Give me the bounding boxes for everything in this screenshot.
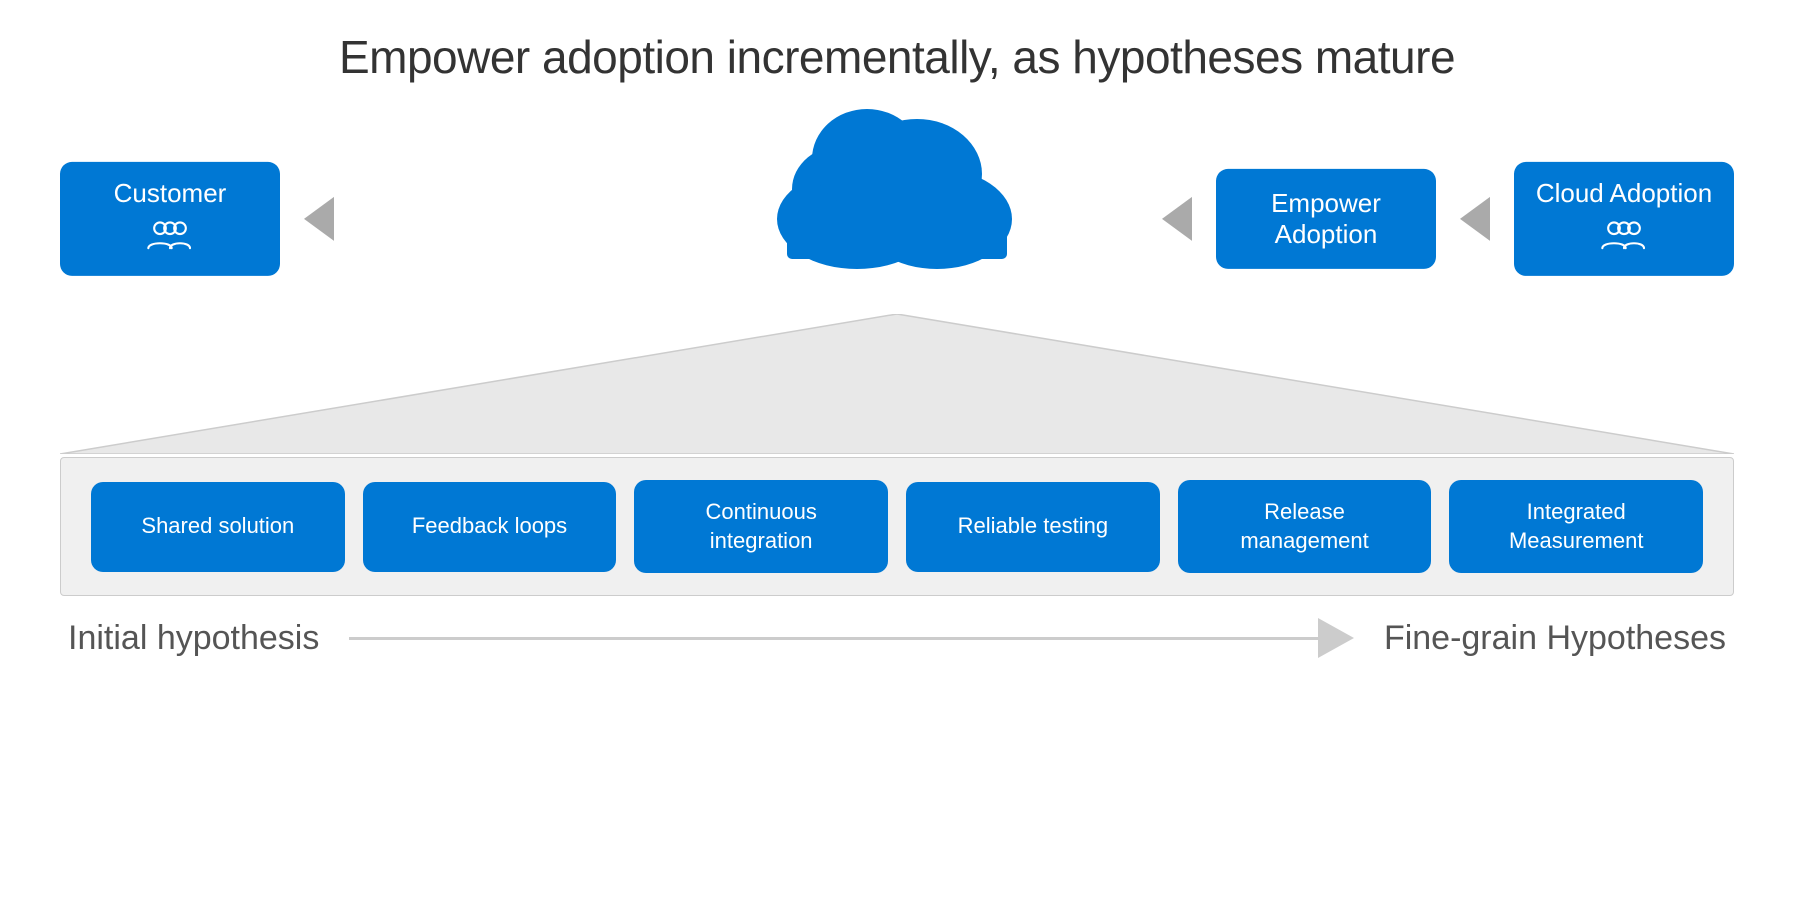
cloud-adoption-label: Cloud Adoption bbox=[1536, 178, 1712, 209]
right-chevron-icon bbox=[1162, 197, 1192, 241]
empower-box: EmpowerAdoption bbox=[1216, 169, 1436, 269]
bottom-box-continuous: Continuous integration bbox=[634, 480, 888, 573]
customer-label: Customer bbox=[114, 178, 227, 209]
empower-label: EmpowerAdoption bbox=[1271, 188, 1381, 250]
triangle-section bbox=[60, 314, 1734, 459]
bottom-box-release: Release management bbox=[1178, 480, 1432, 573]
bottom-bar: Shared solution Feedback loops Continuou… bbox=[60, 457, 1734, 596]
bottom-box-integrated: Integrated Measurement bbox=[1449, 480, 1703, 573]
initial-hypothesis-label: Initial hypothesis bbox=[68, 619, 319, 658]
right-group: EmpowerAdoption Cloud Adoption bbox=[1138, 162, 1734, 276]
customer-box: Customer bbox=[60, 162, 280, 276]
middle-section: Customer EmpowerAdoption bbox=[60, 114, 1734, 324]
fine-grain-label: Fine-grain Hypotheses bbox=[1384, 619, 1726, 658]
bottom-box-reliable: Reliable testing bbox=[906, 482, 1160, 572]
page-container: Empower adoption incrementally, as hypot… bbox=[0, 0, 1794, 899]
left-group: Customer bbox=[60, 162, 358, 276]
cloud-icon bbox=[767, 84, 1027, 274]
bottom-box-shared: Shared solution bbox=[91, 482, 345, 572]
cloud-adoption-box: Cloud Adoption bbox=[1514, 162, 1734, 276]
customer-icon bbox=[145, 217, 195, 260]
cloud-adoption-chevron-icon bbox=[1460, 197, 1490, 241]
cloud-adoption-icon bbox=[1599, 217, 1649, 260]
bottom-box-feedback: Feedback loops bbox=[363, 482, 617, 572]
page-title: Empower adoption incrementally, as hypot… bbox=[339, 30, 1455, 84]
left-chevron-icon bbox=[304, 197, 334, 241]
